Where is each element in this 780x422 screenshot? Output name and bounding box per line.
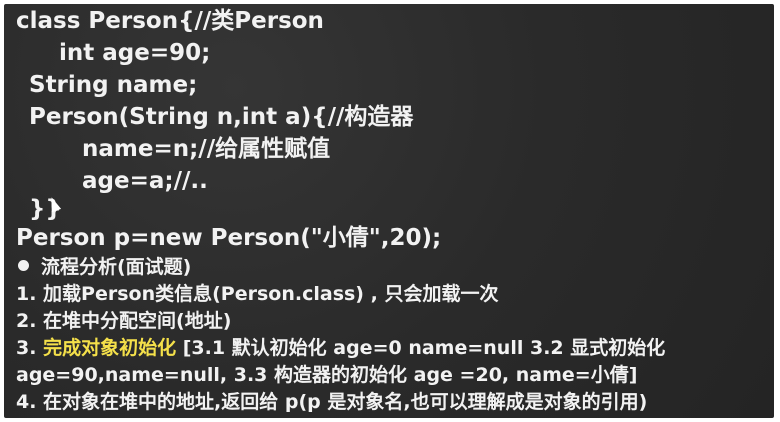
code-line-new-person: Person p=new Person("小倩",20); <box>16 225 442 251</box>
analysis-step-4: 4. 在对象在堆中的地址,返回给 p(p 是对象名,也可以理解成是对象的引用) <box>16 391 648 413</box>
lecture-slide: class Person{//类Person int age=90; Strin… <box>4 4 774 418</box>
analysis-heading: 流程分析(面试题) <box>18 255 191 279</box>
analysis-step-2: 2. 在堆中分配空间(地址) <box>16 310 232 332</box>
bullet-icon <box>18 260 29 271</box>
code-line-age-field: int age=90; <box>59 40 211 66</box>
code-line-constructor: Person(String n,int a){//构造器 <box>29 104 414 130</box>
code-line-name-field: String name; <box>29 72 198 98</box>
analysis-step-3-continuation: age=90,name=null, 3.3 构造器的初始化 age =20, n… <box>16 364 638 386</box>
analysis-step-3-text: [3.1 默认初始化 age=0 name=null 3.2 显式初始化 <box>176 337 666 359</box>
analysis-step-3-number: 3. <box>16 337 44 359</box>
code-line-assign-name: name=n;//给属性赋值 <box>82 136 331 162</box>
analysis-heading-text: 流程分析(面试题) <box>41 256 192 278</box>
analysis-step-3-highlight: 完成对象初始化 <box>43 337 177 359</box>
analysis-step-3: 3. 完成对象初始化 [3.1 默认初始化 age=0 name=null 3.… <box>16 336 665 360</box>
code-line-class-declaration: class Person{//类Person <box>16 8 324 34</box>
screenshot-frame: class Person{//类Person int age=90; Strin… <box>0 0 780 422</box>
analysis-step-1: 1. 加载Person类信息(Person.class) , 只会加载一次 <box>16 283 499 305</box>
code-line-assign-age: age=a;//.. <box>82 168 208 194</box>
